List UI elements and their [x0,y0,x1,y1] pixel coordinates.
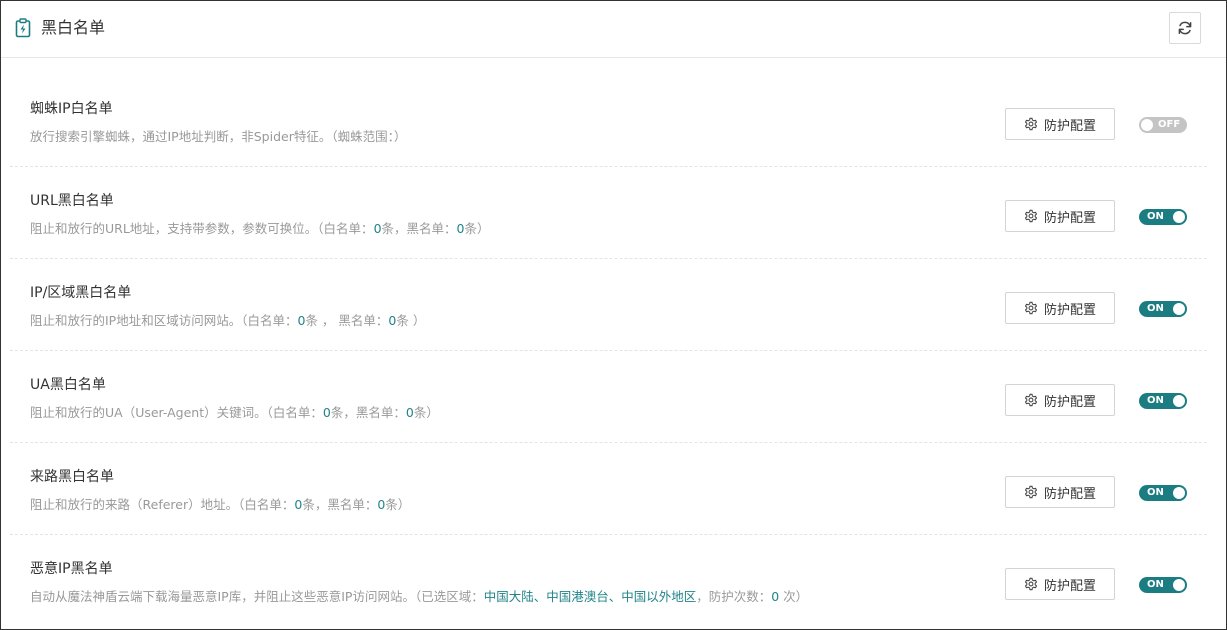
protection-config-label: 防护配置 [1043,486,1096,502]
description-text: 条，黑名单： [302,497,378,512]
description-text: 阻止和放行的URL地址，支持带参数，参数可换位。（白名单： [30,221,374,236]
description-text: 条，黑名单： [381,221,457,236]
gear-icon [1024,117,1038,131]
toggle-knob [1173,211,1185,223]
rule-description: 阻止和放行的URL地址，支持带参数，参数可换位。（白名单：0条，黑名单：0条） [30,221,490,237]
description-highlight: 0 [405,405,414,420]
rule-list: 蜘蛛IP白名单 放行搜索引擎蜘蛛，通过IP地址判断，非Spider特征。（蜘蛛范… [10,75,1207,627]
rule-row: 蜘蛛IP白名单 放行搜索引擎蜘蛛，通过IP地址判断，非Spider特征。（蜘蛛范… [10,75,1207,167]
enable-toggle[interactable]: OFF [1139,117,1187,133]
toggle-knob [1173,303,1185,315]
description-text: 条） [464,221,490,236]
protection-config-label: 防护配置 [1043,210,1096,226]
toggle-knob [1173,579,1185,591]
protection-config-button[interactable]: 防护配置 [1005,384,1115,416]
description-highlight: 0 [771,589,780,604]
toggle-state-label: ON [1147,579,1164,590]
toggle-knob [1173,395,1185,407]
refresh-button[interactable] [1169,12,1201,44]
rule-row: IP/区域黑白名单 阻止和放行的IP地址和区域访问网站。（白名单：0条 ， 黑名… [10,259,1207,351]
description-text: 阻止和放行的IP地址和区域访问网站。（白名单： [30,313,298,328]
description-highlight: 中国大陆、中国港澳台、中国以外地区 [483,589,697,604]
rule-row: 来路黑白名单 阻止和放行的来路（Referer）地址。（白名单：0条，黑名单：0… [10,443,1207,535]
rule-description: 自动从魔法神盾云端下载海量恶意IP库，并阻止这些恶意IP访问网站。（已选区域：中… [30,589,808,605]
enable-toggle[interactable]: ON [1139,577,1187,593]
gear-icon [1024,301,1038,315]
protection-config-button[interactable]: 防护配置 [1005,476,1115,508]
rule-title: URL黑白名单 [30,193,114,209]
clipboard-bolt-icon [15,18,31,38]
rule-description: 阻止和放行的IP地址和区域访问网站。（白名单：0条 ， 黑名单：0条 ） [30,313,425,329]
description-text: 条） [413,405,439,420]
page-title: 黑白名单 [41,18,106,37]
protection-config-button[interactable]: 防护配置 [1005,108,1115,140]
rule-description: 放行搜索引擎蜘蛛，通过IP地址判断，非Spider特征。（蜘蛛范围：） [30,129,406,145]
description-text: 条 ） [396,313,426,328]
description-text: ，防护次数： [696,589,772,604]
protection-config-button[interactable]: 防护配置 [1005,292,1115,324]
toggle-knob [1141,119,1153,131]
description-text: 次） [779,589,809,604]
rule-title: 恶意IP黑名单 [30,561,113,577]
rule-title: IP/区域黑白名单 [30,285,132,301]
description-text: 自动从魔法神盾云端下载海量恶意IP库，并阻止这些恶意IP访问网站。（已选区域： [30,589,484,604]
rule-description: 阻止和放行的来路（Referer）地址。（白名单：0条，黑名单：0条） [30,497,410,513]
gear-icon [1024,393,1038,407]
enable-toggle[interactable]: ON [1139,209,1187,225]
protection-config-label: 防护配置 [1043,394,1096,410]
description-text: 条，黑名单： [330,405,406,420]
description-highlight: 0 [322,405,331,420]
gear-icon [1024,209,1038,223]
rule-row: 恶意IP黑名单 自动从魔法神盾云端下载海量恶意IP库，并阻止这些恶意IP访问网站… [10,535,1207,627]
gear-icon [1024,485,1038,499]
panel-header: 黑白名单 [1,1,1226,58]
gear-icon [1024,577,1038,591]
toggle-knob [1173,487,1185,499]
enable-toggle[interactable]: ON [1139,485,1187,501]
protection-config-button[interactable]: 防护配置 [1005,568,1115,600]
description-highlight: 0 [373,221,382,236]
toggle-state-label: OFF [1158,119,1181,130]
protection-config-label: 防护配置 [1043,578,1096,594]
description-text: 条 ， 黑名单： [305,313,389,328]
protection-config-button[interactable]: 防护配置 [1005,200,1115,232]
refresh-icon [1178,21,1192,35]
rule-title: UA黑白名单 [30,377,106,393]
enable-toggle[interactable]: ON [1139,393,1187,409]
toggle-state-label: ON [1147,211,1164,222]
description-text: 阻止和放行的UA（User-Agent）关键词。（白名单： [30,405,323,420]
blacklist-whitelist-panel: 黑白名单 蜘蛛IP白名单 放行搜索引擎蜘蛛，通过IP地址判断，非Spider特征… [0,0,1227,630]
toggle-state-label: ON [1147,487,1164,498]
description-text: 放行搜索引擎蜘蛛，通过IP地址判断，非Spider特征。（蜘蛛范围：） [30,129,407,144]
rule-title: 蜘蛛IP白名单 [30,101,113,117]
rule-title: 来路黑白名单 [30,469,114,485]
rule-description: 阻止和放行的UA（User-Agent）关键词。（白名单：0条，黑名单：0条） [30,405,439,421]
description-text: 条） [385,497,411,512]
protection-config-label: 防护配置 [1043,118,1096,134]
rule-row: UA黑白名单 阻止和放行的UA（User-Agent）关键词。（白名单：0条，黑… [10,351,1207,443]
enable-toggle[interactable]: ON [1139,301,1187,317]
toggle-state-label: ON [1147,395,1164,406]
toggle-state-label: ON [1147,303,1164,314]
protection-config-label: 防护配置 [1043,302,1096,318]
rule-row: URL黑白名单 阻止和放行的URL地址，支持带参数，参数可换位。（白名单：0条，… [10,167,1207,259]
description-text: 阻止和放行的来路（Referer）地址。（白名单： [30,497,295,512]
